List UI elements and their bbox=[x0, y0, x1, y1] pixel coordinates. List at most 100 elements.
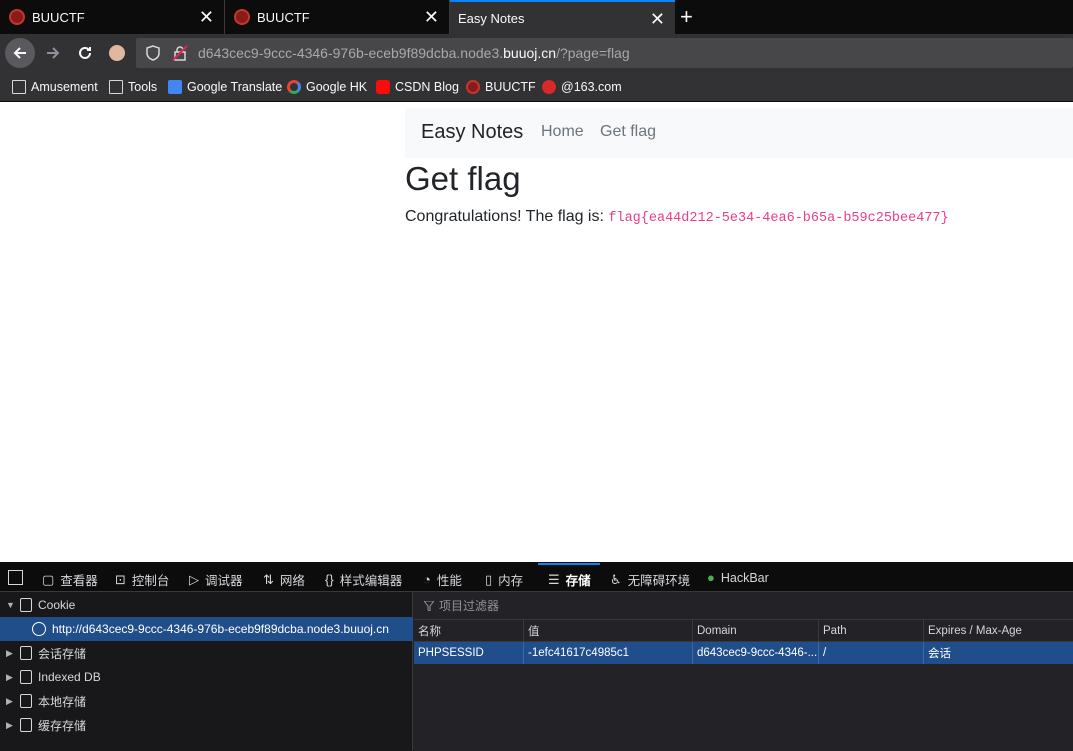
devtools-tab-label: 性能 bbox=[436, 574, 462, 588]
tree-item-label: Cookie bbox=[38, 598, 76, 612]
insecure-lock-icon[interactable] bbox=[172, 45, 188, 61]
console-icon: ⊡ bbox=[115, 571, 126, 587]
bookmark-google-hk[interactable]: Google HK bbox=[287, 80, 367, 94]
devtools-tab-style-editor[interactable]: {} 样式编辑器 bbox=[325, 570, 402, 589]
close-tab-icon[interactable]: ✕ bbox=[650, 10, 665, 28]
devtools-tab-label: 网络 bbox=[279, 574, 305, 588]
nav-link-home[interactable]: Home bbox=[541, 123, 584, 141]
tree-item-label: http://d643cec9-9ccc-4346-976b-eceb9f89d… bbox=[52, 622, 389, 636]
page-title: Get flag bbox=[405, 160, 521, 197]
tree-item-label: Indexed DB bbox=[38, 670, 101, 684]
collapsed-arrow-icon: ▶ bbox=[6, 671, 13, 682]
devtools-tab-inspector[interactable]: ▢ 查看器 bbox=[42, 570, 98, 589]
devtools-tab-storage[interactable]: ☰ 存储 bbox=[548, 570, 591, 589]
csdn-icon bbox=[376, 80, 390, 94]
table-header: 名称 值 Domain Path Expires / Max-Age bbox=[414, 620, 1073, 642]
devtools-tab-label: 样式编辑器 bbox=[339, 574, 403, 588]
devtools-tab-network[interactable]: ⇅ 网络 bbox=[263, 570, 305, 589]
tree-item-cache-storage[interactable]: ▶ 缓存存储 bbox=[0, 713, 413, 737]
table-row[interactable]: PHPSESSID -1efc41617c4985c1 d643cec9-9cc… bbox=[414, 642, 1073, 664]
buuctf-icon bbox=[466, 80, 480, 94]
hackbar-icon: ● bbox=[707, 570, 715, 585]
cell-value[interactable]: -1efc41617c4985c1 bbox=[524, 642, 693, 664]
bookmark-csdn-blog[interactable]: CSDN Blog bbox=[376, 80, 459, 94]
close-tab-icon[interactable]: ✕ bbox=[199, 8, 214, 26]
bookmark-label: Google HK bbox=[306, 80, 368, 94]
devtools-tab-debugger[interactable]: ▷ 调试器 bbox=[189, 570, 243, 589]
close-tab-icon[interactable]: ✕ bbox=[424, 8, 439, 26]
collapsed-arrow-icon: ▶ bbox=[6, 647, 13, 658]
database-icon bbox=[20, 670, 32, 684]
cell-domain[interactable]: d643cec9-9ccc-4346-... bbox=[693, 642, 819, 664]
tree-item-label: 会话存储 bbox=[38, 646, 87, 661]
bookmark-label: @163.com bbox=[561, 80, 622, 94]
back-arrow-icon bbox=[13, 47, 26, 59]
database-icon bbox=[20, 646, 32, 660]
tree-item-label: 缓存存储 bbox=[38, 718, 87, 733]
column-header-expires[interactable]: Expires / Max-Age bbox=[924, 620, 1073, 642]
tab-strip: BUUCTF ✕ BUUCTF ✕ Easy Notes ✕ + bbox=[0, 0, 1073, 34]
cell-name[interactable]: PHPSESSID bbox=[414, 642, 524, 664]
column-header-value[interactable]: 值 bbox=[524, 620, 693, 642]
column-header-name[interactable]: 名称 bbox=[414, 620, 524, 642]
devtools-tab-console[interactable]: ⊡ 控制台 bbox=[115, 570, 169, 589]
web-page: Easy Notes Home Get flag Get flag Congra… bbox=[0, 102, 1073, 562]
bookmark-163-mail[interactable]: @163.com bbox=[542, 80, 622, 94]
column-header-domain[interactable]: Domain bbox=[693, 620, 819, 642]
url-bar[interactable]: d643cec9-9ccc-4346-976b-eceb9f89dcba.nod… bbox=[136, 38, 1073, 68]
tree-item-indexed-db[interactable]: ▶ Indexed DB bbox=[0, 665, 413, 689]
flag-message-text: Congratulations! The flag is: bbox=[405, 208, 609, 225]
cell-expires[interactable]: 会话 bbox=[924, 642, 1073, 664]
url-text[interactable]: d643cec9-9ccc-4346-976b-eceb9f89dcba.nod… bbox=[198, 45, 630, 61]
bookmark-label: BUUCTF bbox=[485, 80, 536, 94]
accessibility-icon: ♿ bbox=[610, 571, 622, 587]
site-brand[interactable]: Easy Notes bbox=[421, 121, 523, 144]
devtools-tab-hackbar[interactable]: ● HackBar bbox=[707, 570, 769, 585]
tab-title: BUUCTF bbox=[257, 9, 310, 25]
devtools-tab-memory[interactable]: ▯ 内存 bbox=[485, 570, 523, 589]
database-icon bbox=[20, 718, 32, 732]
devtools-panel: ▢ 查看器 ⊡ 控制台 ▷ 调试器 ⇅ 网络 {} 样式编辑器 ◔ 性能 ▯ 内存 ☰ 存储 ♿… bbox=[0, 562, 1073, 751]
buuctf-favicon-icon bbox=[234, 9, 250, 25]
tab-title: Easy Notes bbox=[458, 10, 525, 26]
bookmarks-toolbar: Amusement Tools Google Translate Google … bbox=[0, 72, 1073, 102]
devtools-tab-performance[interactable]: ◔ 性能 bbox=[423, 570, 462, 589]
bookmark-google-translate[interactable]: Google Translate bbox=[168, 80, 282, 94]
reload-button[interactable] bbox=[70, 38, 100, 68]
column-header-path[interactable]: Path bbox=[819, 620, 924, 642]
tab-title: BUUCTF bbox=[32, 9, 85, 25]
storage-icon: ☰ bbox=[548, 571, 560, 587]
cell-path[interactable]: / bbox=[819, 642, 924, 664]
devtools-toolbar: ▢ 查看器 ⊡ 控制台 ▷ 调试器 ⇅ 网络 {} 样式编辑器 ◔ 性能 ▯ 内存 ☰ 存储 ♿… bbox=[0, 563, 1073, 592]
google-translate-icon bbox=[168, 80, 182, 94]
style-editor-icon: {} bbox=[325, 572, 334, 587]
new-tab-button[interactable]: + bbox=[680, 4, 693, 30]
nav-link-get-flag[interactable]: Get flag bbox=[600, 123, 656, 141]
filter-input[interactable]: 项目过滤器 bbox=[414, 592, 1073, 620]
browser-tab[interactable]: BUUCTF ✕ bbox=[225, 0, 450, 34]
devtools-tab-label: 存储 bbox=[565, 574, 591, 588]
devtools-tab-label: 控制台 bbox=[131, 574, 170, 588]
performance-icon: ◔ bbox=[423, 572, 431, 587]
avatar-icon bbox=[109, 45, 125, 61]
bookmark-amusement[interactable]: Amusement bbox=[12, 80, 98, 94]
element-picker-icon[interactable] bbox=[8, 570, 23, 585]
tree-item-cookie[interactable]: ▼ Cookie bbox=[0, 593, 413, 617]
account-avatar[interactable] bbox=[102, 38, 132, 68]
tree-item-local-storage[interactable]: ▶ 本地存储 bbox=[0, 689, 413, 713]
tree-item-session-storage[interactable]: ▶ 会话存储 bbox=[0, 641, 413, 665]
tree-item-cookie-host[interactable]: http://d643cec9-9ccc-4346-976b-eceb9f89d… bbox=[0, 617, 413, 641]
shield-icon[interactable] bbox=[146, 45, 160, 61]
browser-tab-active[interactable]: Easy Notes ✕ bbox=[450, 0, 675, 34]
browser-tab[interactable]: BUUCTF ✕ bbox=[0, 0, 225, 34]
bookmark-tools[interactable]: Tools bbox=[109, 80, 157, 94]
reload-icon bbox=[79, 46, 91, 59]
devtools-tab-accessibility[interactable]: ♿ 无障碍环境 bbox=[610, 570, 690, 589]
debugger-icon: ▷ bbox=[189, 571, 199, 587]
forward-button[interactable] bbox=[38, 38, 68, 68]
bookmark-label: CSDN Blog bbox=[395, 80, 459, 94]
flag-value: flag{ea44d212-5e34-4ea6-b65a-b59c25bee47… bbox=[608, 211, 949, 226]
bookmark-label: Amusement bbox=[31, 80, 98, 94]
back-button[interactable] bbox=[5, 38, 35, 68]
bookmark-buuctf[interactable]: BUUCTF bbox=[466, 80, 536, 94]
